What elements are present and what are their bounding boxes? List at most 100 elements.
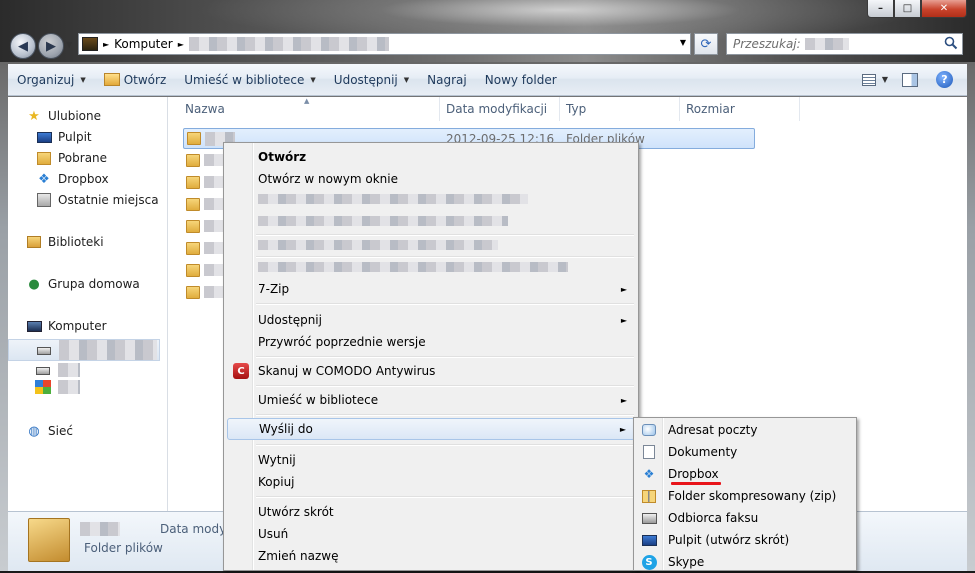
send-to-zip-label: Folder skompresowany (zip) <box>668 489 837 503</box>
recent-pages-dropdown[interactable]: ▼ <box>66 40 72 49</box>
menu-shortcut-label: Utwórz skrót <box>258 505 334 519</box>
nav-desktop[interactable]: Pulpit <box>36 127 92 147</box>
nav-network[interactable]: ◍ Sieć <box>26 421 73 441</box>
open-button[interactable]: Otwórz <box>95 64 176 95</box>
menu-item-open[interactable]: Otwórz <box>227 146 635 168</box>
menu-item-cut[interactable]: Wytnij <box>227 449 635 471</box>
column-type[interactable]: Typ <box>560 97 680 121</box>
command-bar-right: ▼ ? <box>861 64 967 95</box>
submenu-arrow-icon: ► <box>620 395 627 405</box>
library-label: Umieść w bibliotece <box>184 72 305 87</box>
menu-separator <box>256 234 634 236</box>
folder-thumbnail-icon <box>28 518 70 562</box>
burn-label: Nagraj <box>427 72 467 87</box>
column-date[interactable]: Data modyfikacji <box>440 97 560 121</box>
menu-item-send-to[interactable]: Wyślij do ► <box>227 418 635 440</box>
include-in-library-button[interactable]: Umieść w bibliotece ▼ <box>175 64 325 95</box>
address-dropdown-icon[interactable]: ▼ <box>680 38 686 47</box>
breadcrumb-computer[interactable]: Komputer <box>114 37 173 51</box>
blurred-search-scope <box>804 38 849 50</box>
minimize-button[interactable]: – <box>867 0 894 18</box>
send-to-desktop-label: Pulpit (utwórz skrót) <box>668 533 790 547</box>
send-to-skype-label: Skype <box>668 555 705 569</box>
nav-computer[interactable]: Komputer <box>26 316 107 336</box>
menu-item-delete[interactable]: Usuń <box>227 523 635 545</box>
close-button[interactable]: ✕ <box>921 0 967 18</box>
menu-open-new-window-label: Otwórz w nowym oknie <box>258 172 398 186</box>
send-to-dropbox[interactable]: ❖ Dropbox <box>637 463 855 485</box>
sort-ascending-icon: ▲ <box>304 97 310 105</box>
details-date-label: Data modyf <box>160 522 231 536</box>
forward-button[interactable]: ▶ <box>38 33 64 59</box>
menu-item-include-library[interactable]: Umieść w bibliotece ► <box>227 389 635 411</box>
view-details-icon[interactable] <box>861 73 876 86</box>
send-to-mail-label: Adresat poczty <box>668 423 758 437</box>
nav-downloads-label: Pobrane <box>58 151 108 165</box>
nav-favorites[interactable]: ★ Ulubione <box>26 106 101 126</box>
search-placeholder: Przeszukaj: <box>733 37 801 51</box>
details-type: Folder plików <box>84 541 163 555</box>
address-bar[interactable]: ► Komputer ► ▼ <box>78 33 691 55</box>
share-button[interactable]: Udostępnij ▼ <box>325 64 418 95</box>
nav-libraries[interactable]: Biblioteki <box>26 232 104 252</box>
column-name[interactable]: Nazwa <box>179 97 440 121</box>
send-to-documents[interactable]: Dokumenty <box>637 441 855 463</box>
send-to-skype[interactable]: S Skype <box>637 551 855 573</box>
nav-homegroup[interactable]: ● Grupa domowa <box>26 274 139 294</box>
menu-item-comodo-scan[interactable]: C Skanuj w COMODO Antywirus <box>227 360 635 382</box>
search-input[interactable]: Przeszukaj: <box>726 33 963 55</box>
send-to-submenu: Adresat poczty Dokumenty ❖ Dropbox Folde… <box>633 417 857 571</box>
send-to-desktop[interactable]: Pulpit (utwórz skrót) <box>637 529 855 551</box>
blurred-drive-label <box>58 380 80 394</box>
menu-item-share[interactable]: Udostępnij ► <box>227 309 635 331</box>
nav-desktop-label: Pulpit <box>58 130 92 144</box>
send-to-zip[interactable]: Folder skompresowany (zip) <box>637 485 855 507</box>
folder-icon <box>186 153 200 167</box>
menu-delete-label: Usuń <box>258 527 289 541</box>
context-menu: Otwórz Otwórz w nowym oknie 7-Zip ► Udost… <box>223 142 639 571</box>
nav-drive-selected[interactable] <box>8 339 160 361</box>
menu-send-to-label: Wyślij do <box>259 422 313 436</box>
new-folder-label: Nowy folder <box>484 72 557 87</box>
menu-item-create-shortcut[interactable]: Utwórz skrót <box>227 501 635 523</box>
comodo-antivirus-icon: C <box>233 363 249 379</box>
menu-copy-label: Kopiuj <box>258 475 295 489</box>
drive-icon <box>37 347 51 355</box>
preview-pane-icon[interactable] <box>902 72 918 87</box>
back-button[interactable]: ◀ <box>10 33 36 59</box>
menu-cut-label: Wytnij <box>258 453 296 467</box>
maximize-button[interactable]: □ <box>894 0 921 18</box>
folder-icon <box>186 241 200 255</box>
view-dropdown-icon[interactable]: ▼ <box>882 75 888 84</box>
send-to-fax[interactable]: Odbiorca faksu <box>637 507 855 529</box>
menu-item-7zip[interactable]: 7-Zip ► <box>227 278 635 300</box>
menu-item-open-new-window[interactable]: Otwórz w nowym oknie <box>227 168 635 190</box>
breadcrumb-chevron-icon[interactable]: ► <box>103 40 109 49</box>
dropbox-icon: ❖ <box>38 171 50 187</box>
burn-button[interactable]: Nagraj <box>418 64 476 95</box>
new-folder-button[interactable]: Nowy folder <box>476 64 566 95</box>
menu-open-label: Otwórz <box>258 150 307 164</box>
menu-restore-label: Przywróć poprzednie wersje <box>258 335 426 349</box>
blurred-item-name <box>80 522 120 536</box>
column-size[interactable]: Rozmiar <box>680 97 800 121</box>
recent-places-icon <box>36 192 52 208</box>
send-to-mail[interactable]: Adresat poczty <box>637 419 855 441</box>
help-icon[interactable]: ? <box>936 71 953 88</box>
organize-button[interactable]: Organizuj ▼ <box>8 64 95 95</box>
folder-icon <box>186 197 200 211</box>
refresh-button[interactable]: ⟳ <box>694 33 718 55</box>
search-icon[interactable] <box>944 36 958 50</box>
menu-item-rename[interactable]: Zmień nazwę <box>227 545 635 567</box>
folder-icon <box>186 219 200 233</box>
nav-dropbox[interactable]: ❖ Dropbox <box>36 169 109 189</box>
desktop-icon <box>36 129 52 145</box>
dropbox-icon: ❖ <box>643 467 655 481</box>
menu-item-restore-versions[interactable]: Przywróć poprzednie wersje <box>227 331 635 353</box>
menu-item-copy[interactable]: Kopiuj <box>227 471 635 493</box>
nav-dropbox-label: Dropbox <box>58 172 109 186</box>
breadcrumb-chevron-icon[interactable]: ► <box>178 40 184 49</box>
send-to-fax-label: Odbiorca faksu <box>668 511 759 525</box>
nav-recent-places[interactable]: Ostatnie miejsca <box>36 190 159 210</box>
nav-downloads[interactable]: Pobrane <box>36 148 107 168</box>
